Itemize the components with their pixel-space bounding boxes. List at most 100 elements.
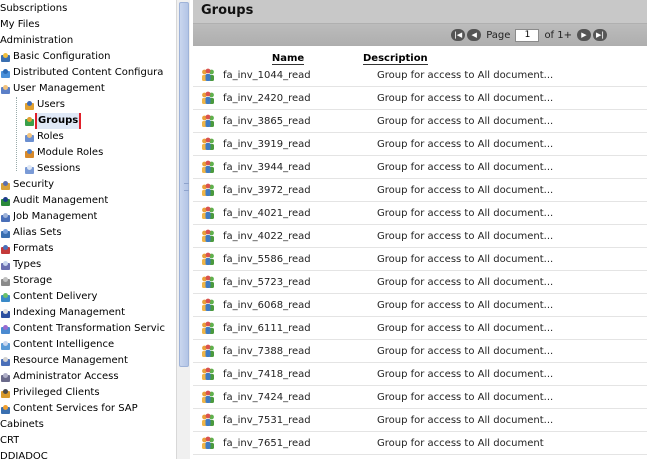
group-name[interactable]: fa_inv_3865_read [223, 116, 371, 127]
group-icon [202, 91, 214, 104]
column-header-name[interactable]: Name [193, 53, 357, 65]
nav-item-content-services-for-sap[interactable]: Content Services for SAP [0, 401, 176, 417]
nav-item-label: Content Intelligence [13, 339, 115, 350]
group-name[interactable]: fa_inv_7651_read [223, 438, 371, 449]
table-row[interactable]: fa_inv_1044_read Group for access to All … [193, 64, 647, 87]
group-name[interactable]: fa_inv_2420_read [223, 93, 371, 104]
nav-item-administrator-access[interactable]: Administrator Access [0, 369, 176, 385]
group-icon [25, 116, 34, 126]
group-icon [202, 68, 214, 81]
user-icon [25, 100, 34, 110]
group-name[interactable]: fa_inv_3972_read [223, 185, 371, 196]
nav-item-content-transformation-servic[interactable]: Content Transformation Servic [0, 321, 176, 337]
table-row[interactable]: fa_inv_4022_read Group for access to All … [193, 225, 647, 248]
nav-item-content-intelligence[interactable]: Content Intelligence [0, 337, 176, 353]
table-row[interactable]: fa_inv_7651_read Group for access to All … [193, 432, 647, 455]
group-name[interactable]: fa_inv_7418_read [223, 369, 371, 380]
prev-page-icon[interactable]: ◀ [467, 29, 482, 41]
nav-item-user-management[interactable]: User Management [0, 81, 176, 97]
nav-item-types[interactable]: Types [0, 257, 176, 273]
table-row[interactable]: fa_inv_4021_read Group for access to All … [193, 202, 647, 225]
group-description: Group for access to All document... [377, 414, 554, 426]
group-name[interactable]: fa_inv_7424_read [223, 392, 371, 403]
nav-item-label: Administration [0, 35, 74, 46]
group-name[interactable]: fa_inv_4021_read [223, 208, 371, 219]
group-name[interactable]: fa_inv_7531_read [223, 415, 371, 426]
first-page-icon[interactable]: |◀ [451, 29, 466, 41]
group-description: Group for access to All document... [377, 69, 554, 81]
nav-item-distributed-content-configura[interactable]: Distributed Content Configura [0, 65, 176, 81]
nav-item-crt[interactable]: CRT [0, 433, 176, 449]
nav-scrollbar-thumb[interactable] [179, 2, 189, 367]
nav-item-resource-management[interactable]: Resource Management [0, 353, 176, 369]
group-name[interactable]: fa_inv_4022_read [223, 231, 371, 242]
column-header-description[interactable]: Description [357, 53, 428, 65]
job-icon [1, 212, 10, 222]
group-icon [202, 252, 214, 265]
group-icon [202, 390, 214, 403]
group-name[interactable]: fa_inv_6068_read [223, 300, 371, 311]
table-row[interactable]: fa_inv_3865_read Group for access to All … [193, 110, 647, 133]
nav-item-roles[interactable]: Roles [0, 129, 176, 145]
table-row[interactable]: fa_inv_3972_read Group for access to All … [193, 179, 647, 202]
nav-item-my-files[interactable]: My Files [0, 17, 176, 33]
table-row[interactable]: fa_inv_6068_read Group for access to All … [193, 294, 647, 317]
table-row[interactable]: fa_inv_3919_read Group for access to All … [193, 133, 647, 156]
nav-item-storage[interactable]: Storage [0, 273, 176, 289]
nav-item-cabinets[interactable]: Cabinets [0, 417, 176, 433]
nav-item-label: Content Transformation Servic [13, 323, 165, 334]
nav-item-privileged-clients[interactable]: Privileged Clients [0, 385, 176, 401]
storage-icon [1, 276, 10, 286]
nav-item-label: My Files [0, 19, 40, 30]
table-row[interactable]: fa_inv_7531_read Group for access to All … [193, 409, 647, 432]
nav-item-label: Audit Management [13, 195, 109, 206]
nav-item-label: Content Delivery [13, 291, 98, 302]
table-row[interactable]: fa_inv_6111_read Group for access to All … [193, 317, 647, 340]
group-name[interactable]: fa_inv_3944_read [223, 162, 371, 173]
table-row[interactable]: fa_inv_3944_read Group for access to All … [193, 156, 647, 179]
nav-item-alias-sets[interactable]: Alias Sets [0, 225, 176, 241]
nav-item-job-management[interactable]: Job Management [0, 209, 176, 225]
nav-item-indexing-management[interactable]: Indexing Management [0, 305, 176, 321]
nav-item-ddiadoc[interactable]: DDIADOC [0, 449, 176, 459]
tree-connector [16, 97, 24, 171]
group-name[interactable]: fa_inv_5586_read [223, 254, 371, 265]
nav-item-subscriptions[interactable]: Subscriptions [0, 1, 176, 17]
group-icon [202, 229, 214, 242]
group-name[interactable]: fa_inv_3919_read [223, 139, 371, 150]
last-page-icon[interactable]: ▶| [593, 29, 607, 41]
table-row[interactable]: fa_inv_7388_read Group for access to All … [193, 340, 647, 363]
group-name[interactable]: fa_inv_5723_read [223, 277, 371, 288]
nav-item-administration[interactable]: Administration [0, 33, 176, 49]
nav-item-security[interactable]: Security [0, 177, 176, 193]
nav-item-module-roles[interactable]: Module Roles [0, 145, 176, 161]
group-name[interactable]: fa_inv_6111_read [223, 323, 371, 334]
table-row[interactable]: fa_inv_7424_read Group for access to All … [193, 386, 647, 409]
group-name[interactable]: fa_inv_7388_read [223, 346, 371, 357]
page-number-input[interactable] [515, 28, 540, 42]
nav-item-content-delivery[interactable]: Content Delivery [0, 289, 176, 305]
nav-scrollbar[interactable] [176, 0, 190, 459]
table-row[interactable]: fa_inv_2420_read Group for access to All … [193, 87, 647, 110]
table-row[interactable]: fa_inv_7418_read Group for access to All … [193, 363, 647, 386]
nav-item-sessions[interactable]: Sessions [0, 161, 176, 177]
group-name[interactable]: fa_inv_1044_read [223, 70, 371, 81]
nav-item-users[interactable]: Users [0, 97, 176, 113]
page-title: Groups [193, 0, 647, 24]
group-icon [202, 183, 214, 196]
group-description: Group for access to All document... [377, 230, 554, 242]
group-icon [202, 160, 214, 173]
nav-item-label: Types [13, 259, 42, 270]
nav-item-formats[interactable]: Formats [0, 241, 176, 257]
group-icon [202, 275, 214, 288]
nav-item-basic-configuration[interactable]: Basic Configuration [0, 49, 176, 65]
nav-item-groups[interactable]: Groups [0, 113, 176, 129]
table-row[interactable]: fa_inv_5586_read Group for access to All … [193, 248, 647, 271]
nav-item-audit-management[interactable]: Audit Management [0, 193, 176, 209]
transformation-icon [1, 324, 10, 334]
table-row[interactable]: fa_inv_5723_read Group for access to All … [193, 271, 647, 294]
nav-item-label: DDIADOC [0, 451, 48, 459]
next-page-icon[interactable]: ▶ [577, 29, 591, 41]
formats-icon [1, 244, 10, 254]
groups-panel: Groups |◀ ◀ Page of 1+ ▶ ▶| Name Descrip… [193, 0, 647, 459]
